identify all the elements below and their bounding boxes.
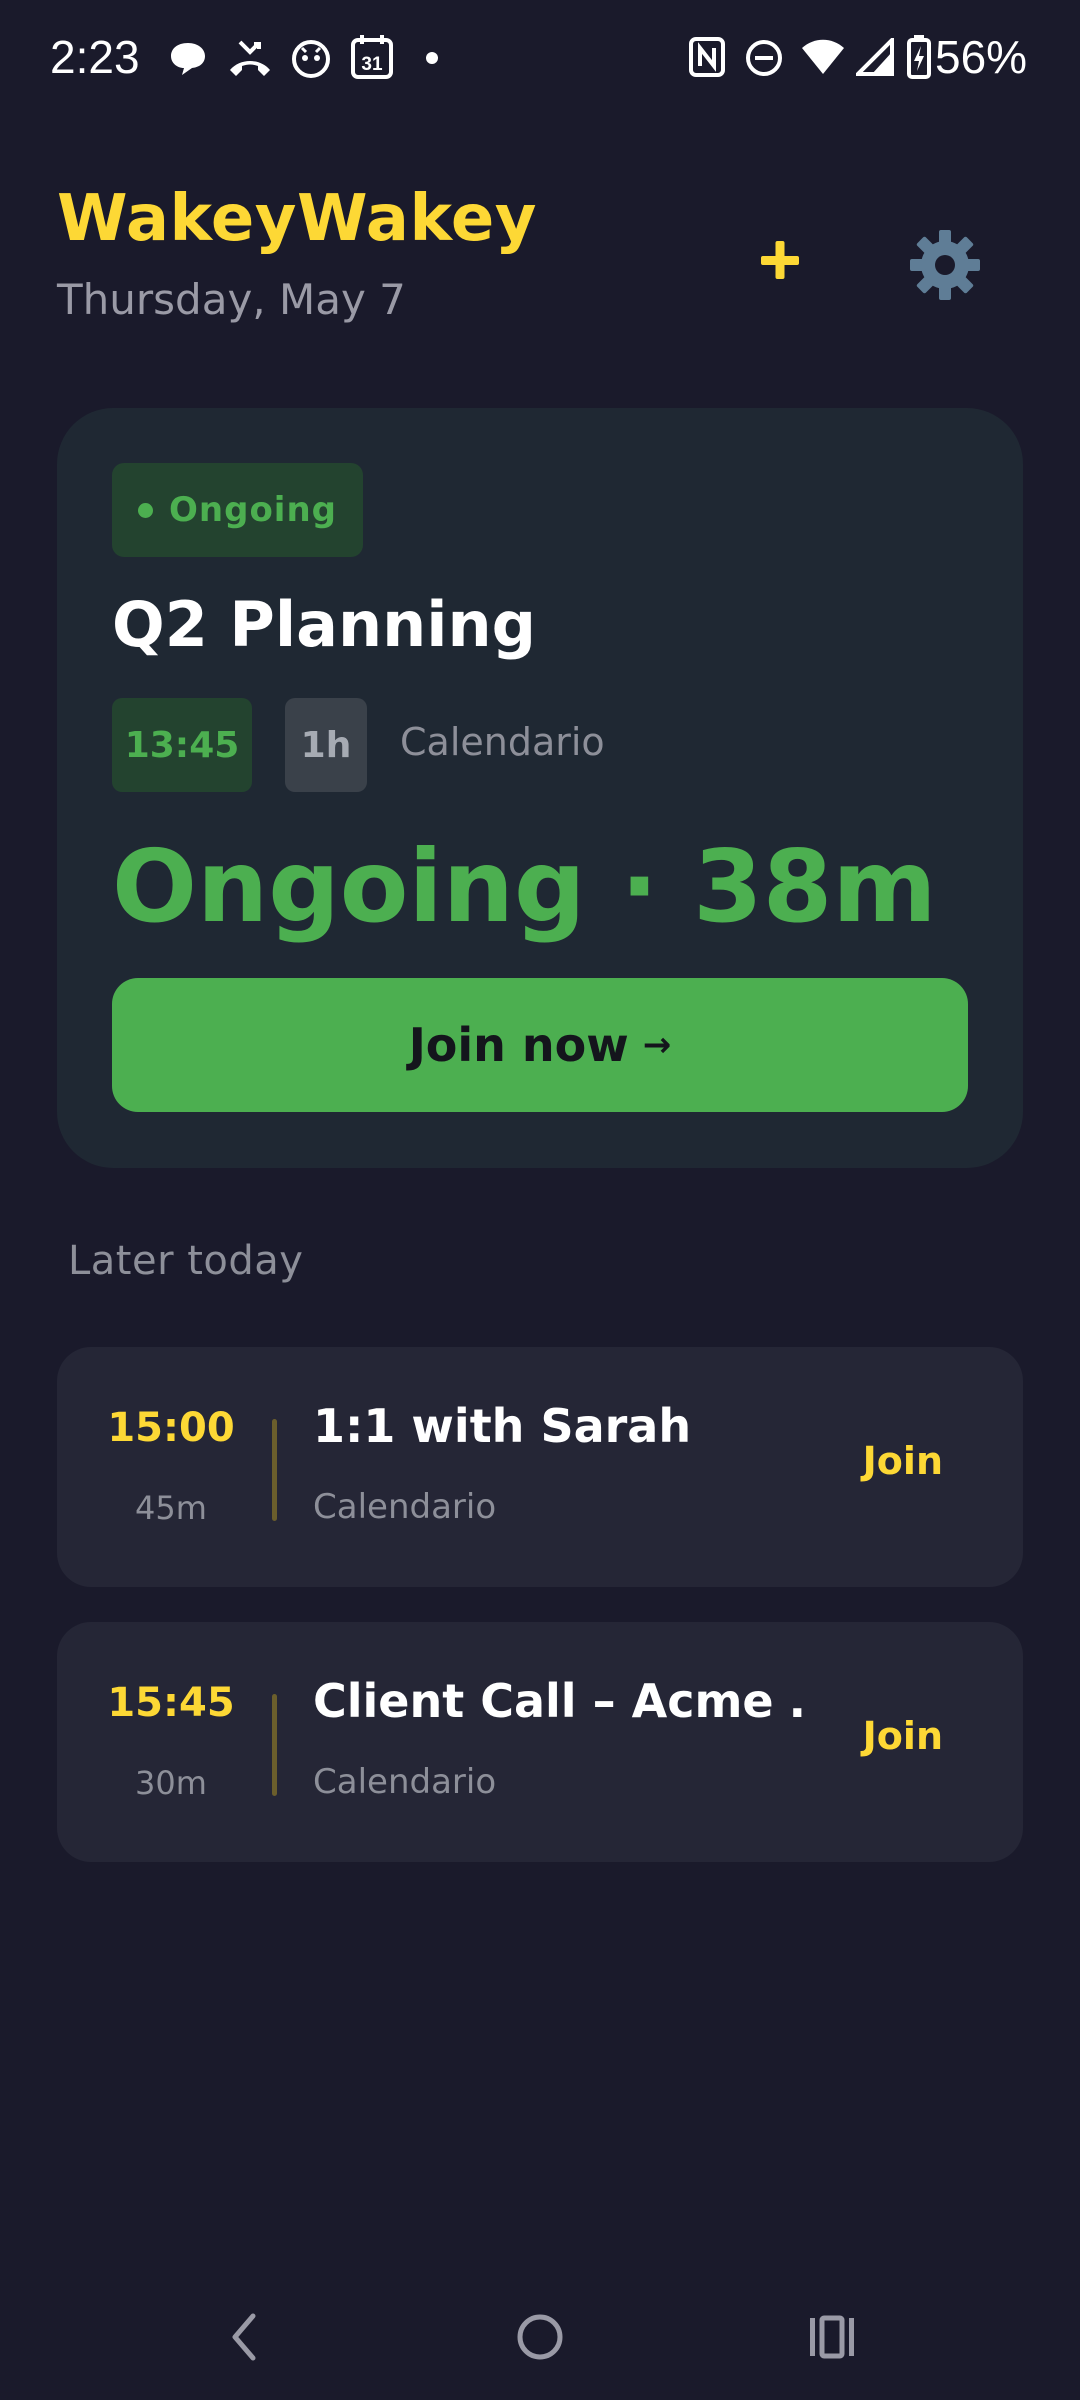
meeting-duration: 1h: [285, 698, 367, 792]
meeting-start-time: 13:45: [112, 698, 252, 792]
chat-icon: [171, 43, 205, 75]
join-now-label: Join now: [408, 1018, 629, 1072]
arrow-right-icon: →: [642, 1025, 672, 1065]
calendar-icon: 31: [351, 35, 393, 79]
row-divider: [272, 1694, 277, 1796]
add-meeting-button[interactable]: [740, 220, 820, 300]
back-button[interactable]: [205, 2302, 285, 2372]
join-button[interactable]: Join: [863, 1714, 943, 1758]
row-divider: [272, 1419, 277, 1521]
missed-call-icon: [230, 40, 270, 76]
back-icon: [232, 2313, 256, 2361]
do-not-disturb-icon: [746, 40, 782, 76]
recents-icon: [810, 2315, 854, 2359]
meeting-start-time: 15:45: [107, 1680, 235, 1726]
meeting-duration: 30m: [135, 1764, 207, 1802]
list-item[interactable]: 15:00 45m 1:1 with Sarah Calendario Join: [57, 1347, 1023, 1587]
status-bar: 2:23 31 56%: [0, 0, 1080, 120]
join-now-button[interactable]: Join now →: [112, 978, 968, 1112]
home-icon: [517, 2314, 563, 2360]
recents-button[interactable]: [792, 2302, 872, 2372]
meeting-title: Client Call – Acme …: [313, 1674, 803, 1728]
meeting-source: Calendario: [313, 1762, 497, 1802]
meeting-title: 1:1 with Sarah: [313, 1399, 692, 1453]
app-title: WakeyWakey: [57, 182, 537, 256]
join-button[interactable]: Join: [863, 1439, 943, 1483]
calendar-day: 31: [361, 54, 383, 75]
gear-icon: [910, 230, 980, 300]
meeting-title: Q2 Planning: [112, 588, 537, 661]
nfc-icon: [689, 37, 725, 77]
system-nav-bar: [0, 2280, 1080, 2400]
home-button[interactable]: [500, 2302, 580, 2372]
wifi-icon: [802, 39, 844, 74]
notification-dot-icon: [426, 52, 438, 64]
assistant-icon: [292, 40, 330, 78]
current-date: Thursday, May 7: [57, 275, 406, 324]
meeting-source: Calendario: [313, 1487, 497, 1527]
meeting-source: Calendario: [400, 720, 605, 764]
later-today-heading: Later today: [68, 1238, 304, 1284]
battery-percent: 56%: [935, 31, 1028, 83]
status-badge-label: Ongoing: [169, 490, 338, 530]
meeting-start-time: 15:00: [107, 1405, 235, 1451]
status-badge: Ongoing: [112, 463, 364, 557]
status-time: 2:23: [50, 31, 140, 83]
list-item[interactable]: 15:45 30m Client Call – Acme … Calendari…: [57, 1622, 1023, 1862]
battery-charging-icon: [907, 35, 931, 79]
meeting-countdown: Ongoing · 38m: [112, 828, 937, 945]
meeting-duration: 45m: [135, 1489, 207, 1527]
current-meeting-card: Ongoing Q2 Planning 13:45 1h Calendario …: [57, 408, 1023, 1168]
settings-button[interactable]: [900, 220, 990, 310]
plus-icon: [761, 241, 799, 279]
status-dot-icon: [138, 502, 153, 518]
signal-icon: [856, 38, 894, 76]
